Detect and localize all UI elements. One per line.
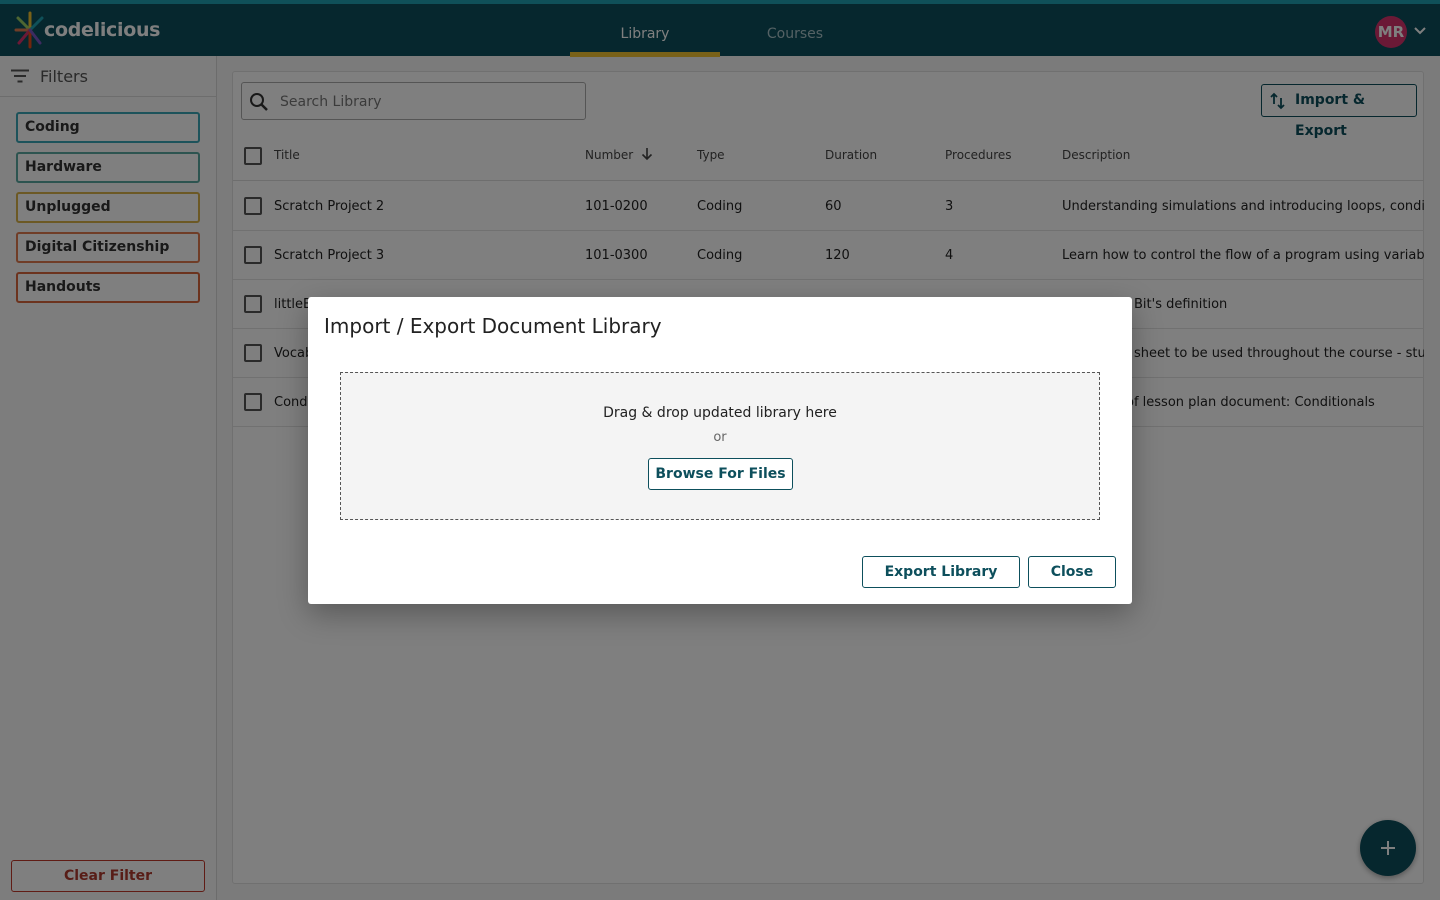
import-export-dialog: Import / Export Document Library Drag & … xyxy=(308,297,1132,604)
close-button[interactable]: Close xyxy=(1028,556,1116,588)
dropzone-or-text: or xyxy=(713,430,727,445)
export-library-button[interactable]: Export Library xyxy=(862,556,1020,588)
dropzone-instructions: Drag & drop updated library here xyxy=(603,405,837,421)
dialog-title: Import / Export Document Library xyxy=(324,314,662,338)
file-dropzone[interactable]: Drag & drop updated library here or Brow… xyxy=(340,372,1100,520)
browse-files-button[interactable]: Browse For Files xyxy=(648,458,793,490)
